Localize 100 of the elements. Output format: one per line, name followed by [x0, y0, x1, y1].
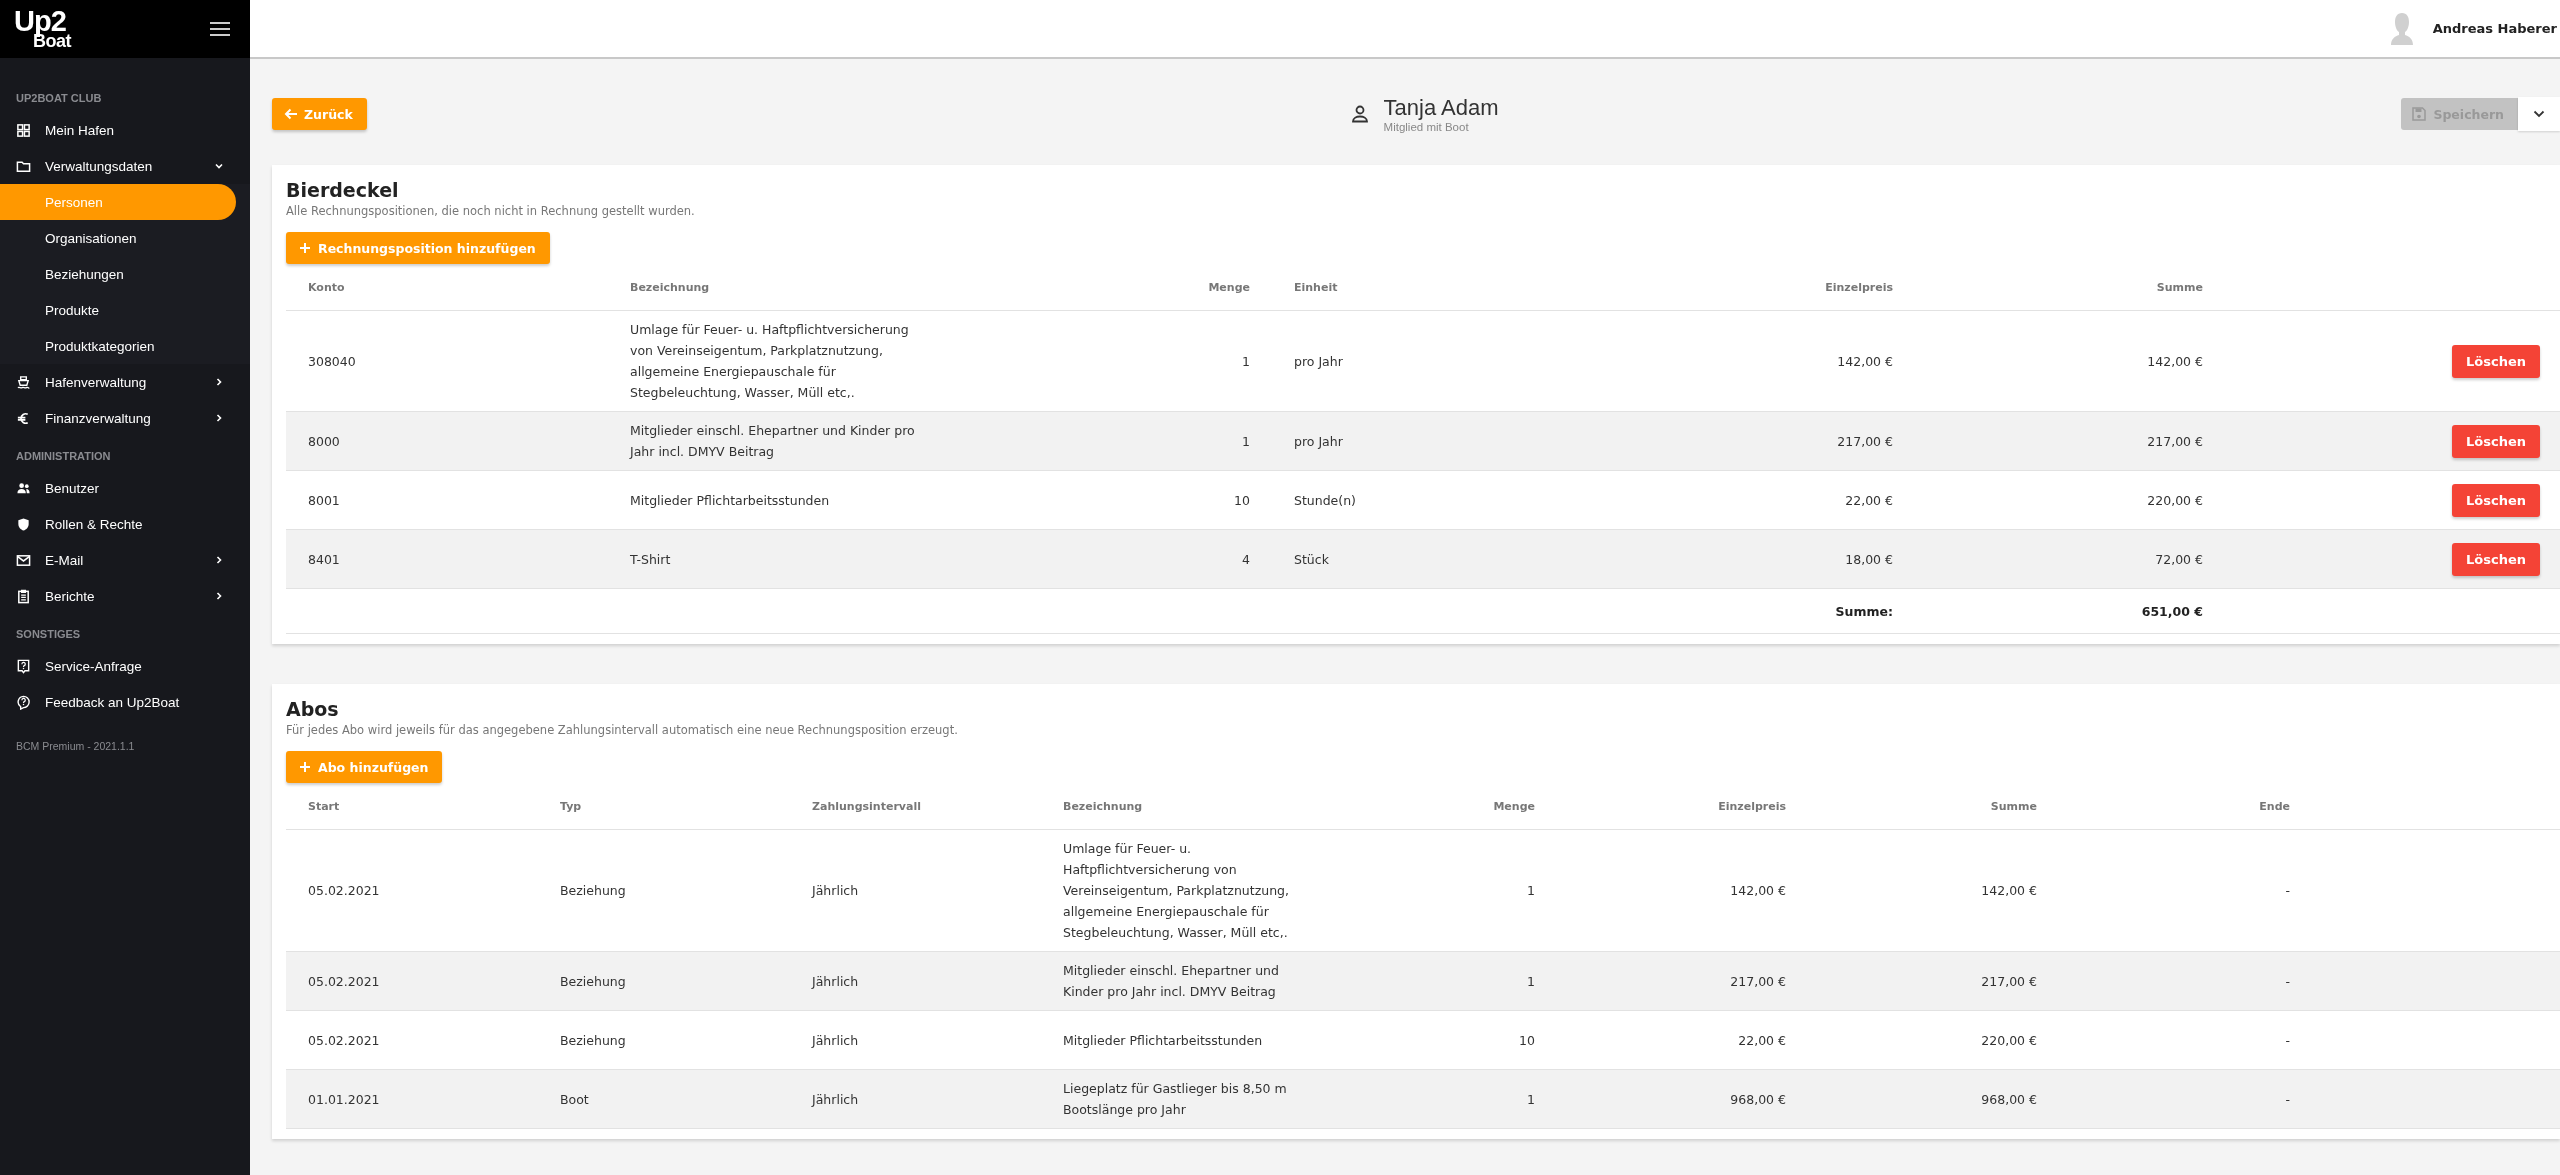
table-cell-text: 1 — [1526, 1090, 1536, 1109]
sidebar-subitem[interactable]: Organisationen — [0, 220, 236, 256]
table-cell-text: Mitglieder Pflichtarbeitsstunden — [1062, 1031, 1264, 1050]
sidebar-item[interactable]: Mein Hafen — [0, 112, 250, 148]
table-cell-text: 308040 — [307, 352, 357, 371]
sidebar-subitem[interactable]: Produktkategorien — [0, 328, 236, 364]
table-cell-text: Jährlich — [810, 1090, 860, 1109]
table-cell-text: Jährlich — [810, 882, 860, 900]
table-cell-text: 05.02.2021 — [307, 972, 381, 991]
table-cell-text: 142,00 € — [1729, 882, 1787, 900]
table-cell-text: 8001 — [307, 491, 341, 510]
table-cell-text: 22,00 € — [1844, 491, 1894, 510]
delete-button[interactable]: Löschen — [2452, 483, 2540, 517]
users-icon — [16, 480, 31, 496]
table-cell-text: T-Shirt — [629, 550, 672, 569]
table-cell-text: Mitglieder einschl. Ehepartner und Kinder pro Jahr incl. DMYV Beitrag — [628, 422, 916, 461]
column-header: Einzelpreis — [1717, 799, 1787, 813]
column-header: Summe — [1989, 799, 2038, 813]
feedback-icon — [16, 694, 31, 710]
table-cell-text: 1 — [1241, 432, 1251, 451]
table-cell-text: 217,00 € — [1980, 972, 2038, 991]
sidebar-item[interactable]: Berichte — [0, 578, 250, 614]
save-icon — [2411, 106, 2428, 122]
column-header: Einheit — [1293, 280, 1339, 294]
table-cell-text: Mitglieder Pflichtarbeitsstunden — [629, 491, 831, 510]
table-cell-text: 968,00 € — [1980, 1090, 2038, 1109]
table-cell-text: Stunde(n) — [1293, 491, 1357, 510]
sidebar-subitem[interactable]: Beziehungen — [0, 256, 236, 292]
table-cell-text: 968,00 € — [1729, 1090, 1787, 1109]
table-cell-text: Umlage für Feuer- u. Haftpflichtversicherung von Vereinseigentum, Parkplatznutzung, allgemeine Energiepauschale für Stegbeleuchtung, Wasser, Müll etc,. — [1062, 840, 1290, 942]
chevron-icon — [214, 555, 224, 565]
column-header: Konto — [307, 280, 346, 294]
column-header: Menge — [1492, 799, 1536, 813]
column-header: Menge — [1207, 280, 1251, 294]
table-cell-text: 142,00 € — [1980, 882, 2038, 900]
table-cell-text: - — [2284, 1031, 2291, 1050]
sidebar-subitem[interactable]: Produkte — [0, 292, 236, 328]
menu-icon[interactable] — [210, 22, 230, 36]
delete-button[interactable]: Löschen — [2452, 424, 2540, 458]
sidebar-item[interactable]: Hafenverwaltung — [0, 364, 250, 400]
sidebar-item[interactable]: Feedback an Up2Boat — [0, 684, 250, 720]
sidebar-item[interactable]: Rollen & Rechte — [0, 506, 250, 542]
plus-icon — [298, 761, 312, 773]
column-header: Bezeichnung — [1062, 799, 1144, 813]
person-name: Tanja Adam — [1383, 95, 1499, 121]
table-cell-text: - — [2284, 882, 2291, 900]
table-cell-text: 220,00 € — [1980, 1031, 2038, 1050]
table-cell-text: 8401 — [307, 550, 341, 569]
table-cell-text: Stück — [1293, 550, 1330, 569]
caret-icon — [2533, 110, 2545, 118]
table-cell-text: 05.02.2021 — [307, 1031, 381, 1050]
table-cell-text: 220,00 € — [2146, 491, 2204, 510]
column-header: Summe — [2155, 280, 2204, 294]
person-role: Mitglied mit Boot — [1383, 121, 1470, 133]
chevron-icon — [214, 161, 224, 171]
table-cell-text: 01.01.2021 — [307, 1090, 381, 1109]
user-name: Andreas Haberer — [2432, 21, 2557, 36]
grid-icon — [16, 122, 31, 138]
table-cell-text: 1 — [1526, 972, 1536, 991]
table-cell-text: Beziehung — [559, 972, 627, 991]
table-cell-text: 10 — [1518, 1031, 1536, 1050]
sidebar-heading: UP2BOAT CLUB — [15, 91, 103, 106]
table-cell-text: 22,00 € — [1737, 1031, 1787, 1050]
sidebar-item[interactable]: Finanzverwaltung — [0, 400, 250, 436]
ship-icon — [16, 374, 31, 390]
table-cell-text: Mitglieder einschl. Ehepartner und Kinder pro Jahr incl. DMYV Beitrag — [1062, 962, 1280, 1001]
column-header: Bezeichnung — [629, 280, 711, 294]
table-cell-text: 8000 — [307, 432, 341, 451]
table-cell-text: Jährlich — [810, 972, 860, 991]
version-label: BCM Premium - 2021.1.1 — [15, 739, 136, 754]
logo: Up2 Boat — [14, 9, 71, 49]
chevron-icon — [214, 377, 224, 387]
table-cell-text: 18,00 € — [1844, 550, 1894, 569]
dropdown-button[interactable] — [2518, 97, 2560, 131]
section-description: Für jedes Abo wird jeweils für das angegebene Zahlungsintervall automatisch eine neue Rechnungsposition erzeugt. — [286, 723, 959, 737]
table-cell-text: 72,00 € — [2154, 550, 2204, 569]
table-cell-text: Beziehung — [559, 882, 627, 900]
table-cell-text: pro Jahr — [1293, 432, 1344, 451]
delete-button[interactable]: Löschen — [2452, 344, 2540, 378]
table-cell-text: 1 — [1526, 882, 1536, 900]
avatar-icon[interactable] — [2388, 10, 2415, 47]
table-cell-text: 142,00 € — [1836, 352, 1894, 371]
table-cell-text: Beziehung — [559, 1031, 627, 1050]
sidebar-item[interactable]: Benutzer — [0, 470, 250, 506]
column-header: Typ — [559, 799, 583, 813]
table-cell-text: - — [2284, 1090, 2291, 1109]
section-title: Abos — [286, 698, 340, 720]
chevron-icon — [214, 413, 224, 423]
table-cell-text: 217,00 € — [1836, 432, 1894, 451]
section-title: Bierdeckel — [286, 179, 400, 201]
table-cell-text: 217,00 € — [2146, 432, 2204, 451]
sidebar-item[interactable]: Verwaltungsdaten — [0, 148, 250, 184]
table-cell-text: Boot — [559, 1090, 590, 1109]
table-cell-text: 142,00 € — [2146, 352, 2204, 371]
column-header: Start — [307, 799, 341, 813]
plus-icon — [298, 242, 312, 254]
delete-button[interactable]: Löschen — [2452, 542, 2540, 576]
sidebar-item[interactable]: E-Mail — [0, 542, 250, 578]
sidebar-item[interactable]: Service-Anfrage — [0, 648, 250, 684]
table-cell-text: Umlage für Feuer- u. Haftpflichtversicherung von Vereinseigentum, Parkplatznutzung, allgemeine Energiepauschale für Stegbeleuchtung, Wasser, Müll etc,. — [629, 321, 910, 402]
